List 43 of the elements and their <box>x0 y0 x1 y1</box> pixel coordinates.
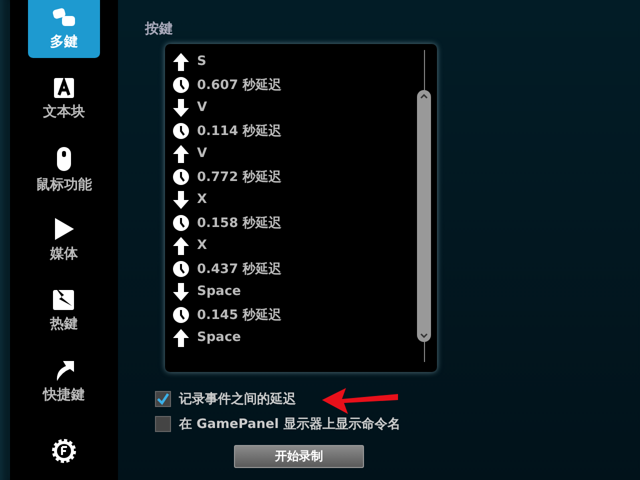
clock-icon <box>173 214 189 230</box>
up-arrow-icon <box>173 52 189 70</box>
checkbox-label: 记录事件之间的延迟 <box>179 390 296 408</box>
clock-icon <box>173 76 189 92</box>
checkbox[interactable] <box>155 391 171 407</box>
settings-icon <box>51 438 77 464</box>
sidebar-item[interactable]: 文本块 <box>28 70 100 129</box>
checkbox-label: 在 GamePanel 显示器上显示命令名 <box>179 416 400 433</box>
up-arrow-icon <box>173 328 189 346</box>
clock-icon <box>173 122 189 138</box>
event-text: 0.772 秒延迟 <box>197 168 282 186</box>
down-arrow-icon <box>173 190 189 208</box>
event-text: V <box>197 100 208 115</box>
up-arrow-icon <box>173 236 189 254</box>
clock-icon <box>173 260 189 276</box>
sidebar-item[interactable]: 热鍵 <box>28 281 100 340</box>
event-text: 0.607 秒延迟 <box>197 76 282 94</box>
letter-a-icon <box>53 77 75 100</box>
sidebar-item[interactable]: 鼠标功能 <box>28 140 100 199</box>
lightning-icon <box>52 287 76 312</box>
play-icon <box>53 216 75 241</box>
clock-icon <box>173 168 189 184</box>
clock-icon <box>173 306 189 322</box>
event-text: 0.114 秒延迟 <box>197 122 282 140</box>
event-text: 0.437 秒延迟 <box>197 260 282 278</box>
scrollbar-thumb[interactable] <box>417 90 431 342</box>
event-text: 0.158 秒延迟 <box>197 214 282 232</box>
event-text: X <box>197 238 208 253</box>
checkbox[interactable] <box>155 416 171 432</box>
event-text: V <box>197 146 208 161</box>
down-arrow-icon <box>173 98 189 116</box>
sidebar-item[interactable]: 快捷鍵 <box>28 351 100 410</box>
up-arrow-icon <box>173 144 189 162</box>
record-button[interactable]: 开始录制 <box>234 445 364 468</box>
down-arrow-icon <box>173 282 189 300</box>
sidebar-item[interactable]: 媒体 <box>28 210 100 270</box>
event-text: X <box>197 192 208 207</box>
event-text: Space <box>197 330 241 345</box>
event-text: 0.145 秒延迟 <box>197 306 282 324</box>
mouse-icon <box>56 146 72 172</box>
event-text: S <box>197 54 206 69</box>
event-text: Space <box>197 284 241 299</box>
section-title: 按鍵 <box>145 20 174 38</box>
